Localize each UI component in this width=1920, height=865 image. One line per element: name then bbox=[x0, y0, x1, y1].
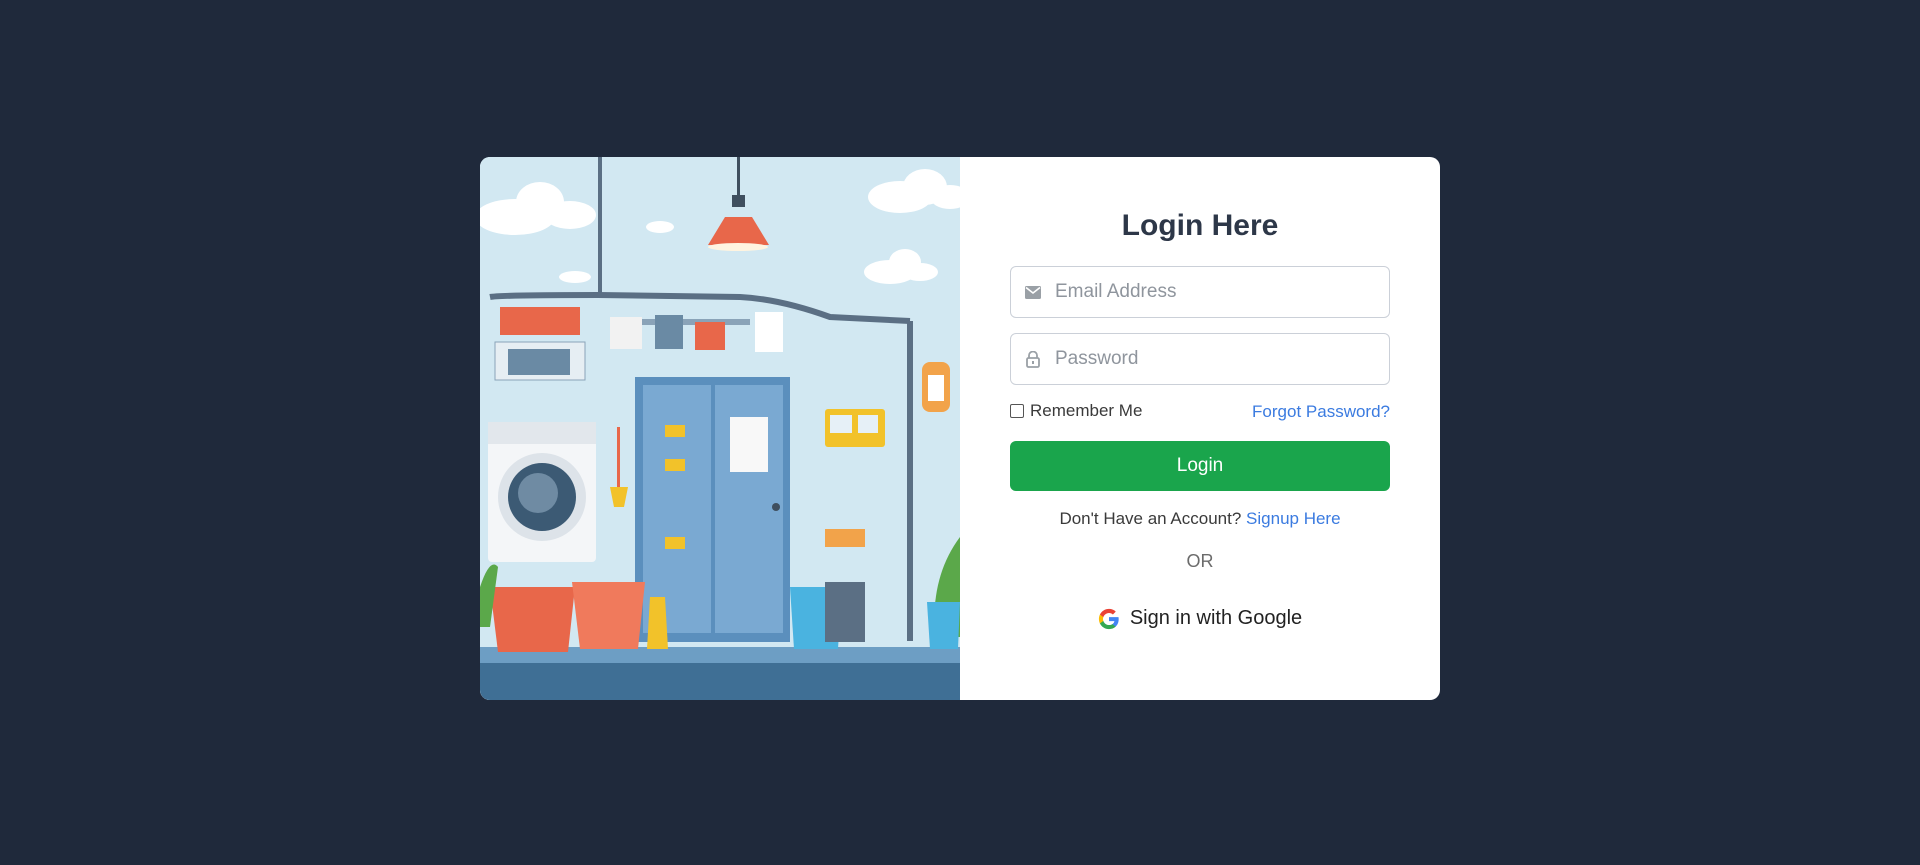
remember-me-checkbox[interactable] bbox=[1010, 404, 1024, 418]
login-card: Login Here Remember Me bbox=[480, 157, 1440, 700]
google-icon bbox=[1098, 608, 1120, 630]
forgot-password-link[interactable]: Forgot Password? bbox=[1252, 402, 1390, 422]
login-form: Login Here Remember Me bbox=[960, 157, 1440, 700]
email-field[interactable] bbox=[1010, 266, 1390, 318]
lock-icon bbox=[1024, 350, 1042, 368]
laundry-room-illustration bbox=[480, 157, 960, 700]
signup-prompt-text: Don't Have an Account? bbox=[1059, 509, 1242, 528]
page-title: Login Here bbox=[1121, 209, 1279, 242]
mail-icon bbox=[1024, 283, 1042, 301]
login-button[interactable]: Login bbox=[1010, 441, 1390, 491]
password-input[interactable] bbox=[1053, 338, 1377, 380]
google-signin-label: Sign in with Google bbox=[1129, 607, 1303, 629]
email-input[interactable] bbox=[1053, 271, 1377, 313]
signup-link[interactable]: Signup Here bbox=[1246, 509, 1341, 528]
google-signin-button[interactable]: Sign in with Google bbox=[960, 607, 1440, 630]
or-divider: OR bbox=[1186, 551, 1214, 571]
remember-me[interactable]: Remember Me bbox=[1010, 401, 1142, 421]
remember-me-label: Remember Me bbox=[1030, 401, 1143, 420]
password-field[interactable] bbox=[1010, 333, 1390, 385]
signup-prompt: Don't Have an Account? Signup Here bbox=[960, 509, 1440, 529]
